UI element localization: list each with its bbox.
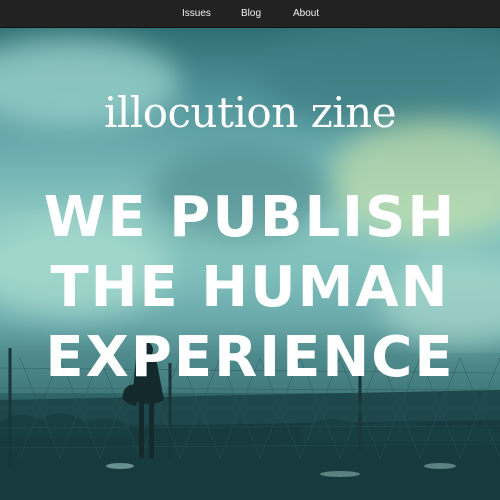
headline-line: EXPERIENCE [45, 325, 455, 390]
puddle [106, 463, 134, 469]
puddle [424, 463, 456, 469]
top-nav: Issues Blog About [0, 0, 500, 28]
nav-link-about[interactable]: About [293, 8, 319, 20]
headline-line: THE HUMAN [50, 255, 450, 320]
hero-headline: WE PUBLISH THE HUMAN EXPERIENCE [0, 183, 500, 393]
puddle [320, 471, 360, 477]
nav-link-blog[interactable]: Blog [241, 8, 261, 20]
hero-banner: illocution zine WE PUBLISH THE HUMAN EXP… [0, 28, 500, 500]
page: Issues Blog About illocution zine WE PUB… [0, 0, 500, 500]
headline-line: WE PUBLISH [43, 185, 457, 250]
nav-link-issues[interactable]: Issues [182, 8, 211, 20]
site-logo[interactable]: illocution zine [0, 88, 500, 138]
